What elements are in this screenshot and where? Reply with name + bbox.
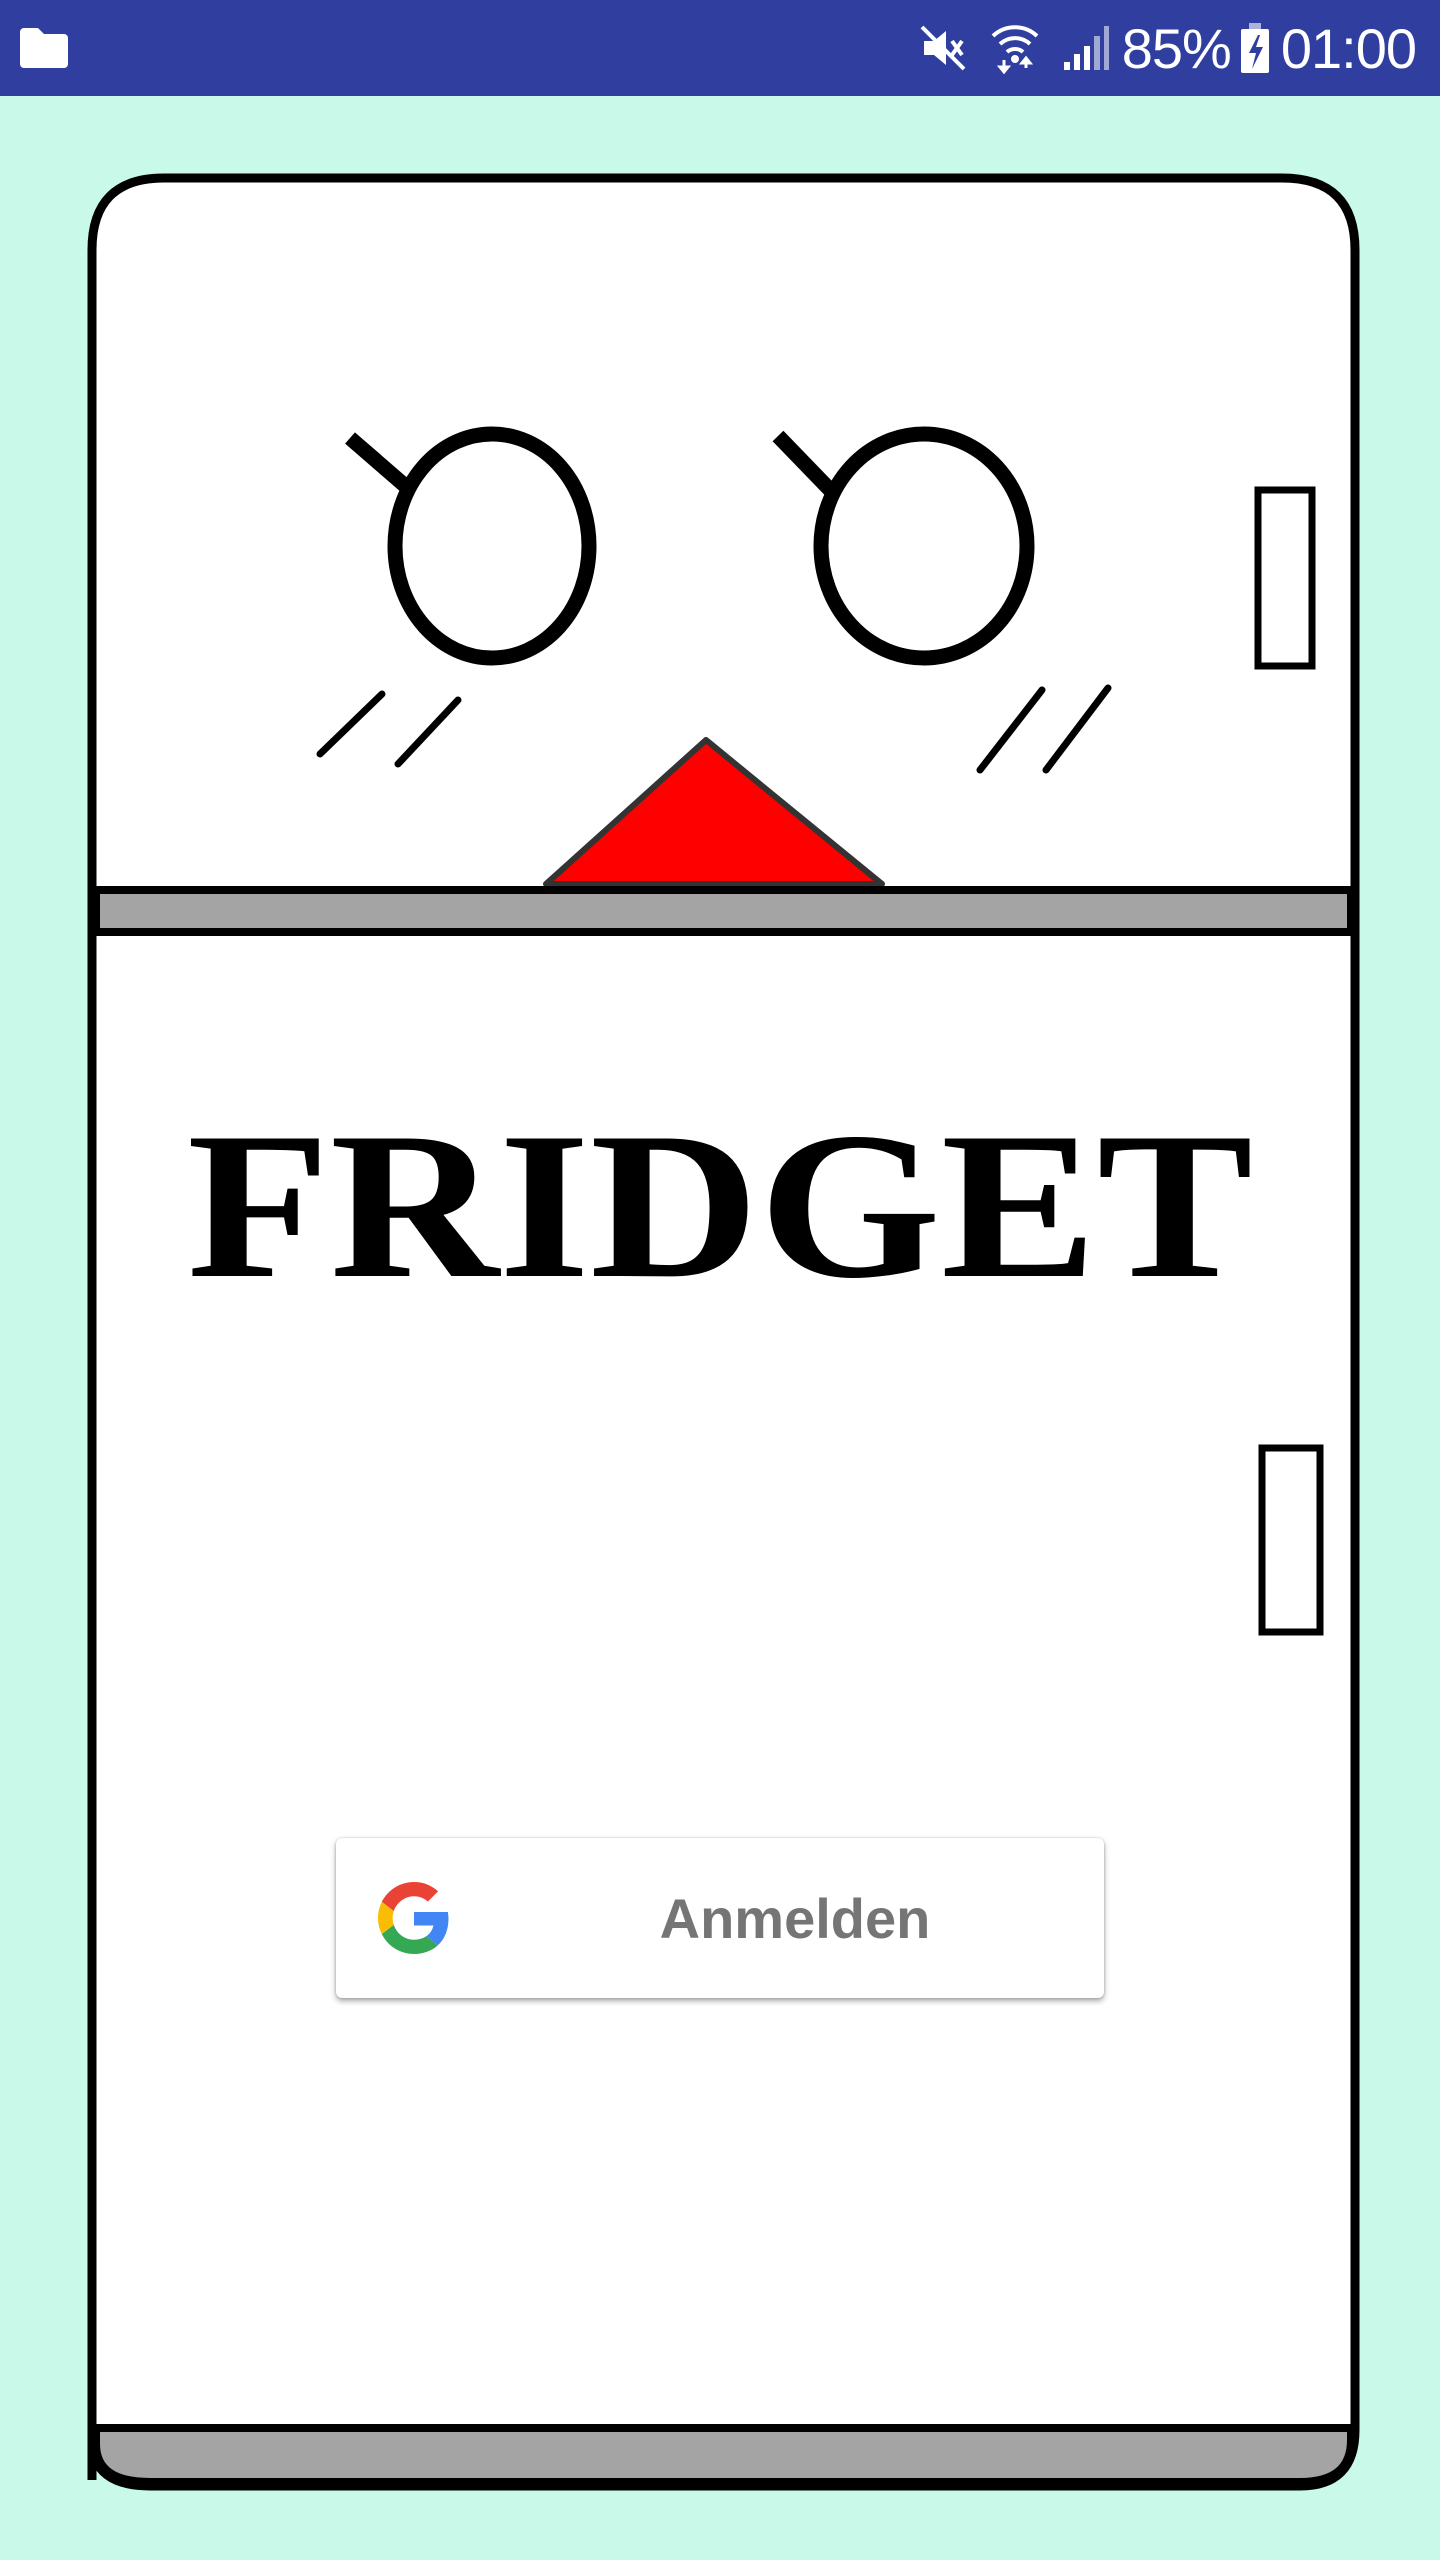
bottom-handle [1258, 1444, 1324, 1636]
fridge-body [87, 173, 1360, 2491]
google-g-icon [378, 1882, 450, 1959]
signin-label: Anmelden [659, 1886, 931, 1950]
top-handle [1254, 486, 1316, 670]
fridge-illustration: FRIDGET [87, 173, 1360, 2491]
app-logo: FRIDGET [187, 1090, 1253, 1322]
fridge-base [92, 2424, 1355, 2486]
freezer-divider [92, 886, 1355, 936]
google-signin-button[interactable]: Anmelden [336, 1838, 1104, 1998]
